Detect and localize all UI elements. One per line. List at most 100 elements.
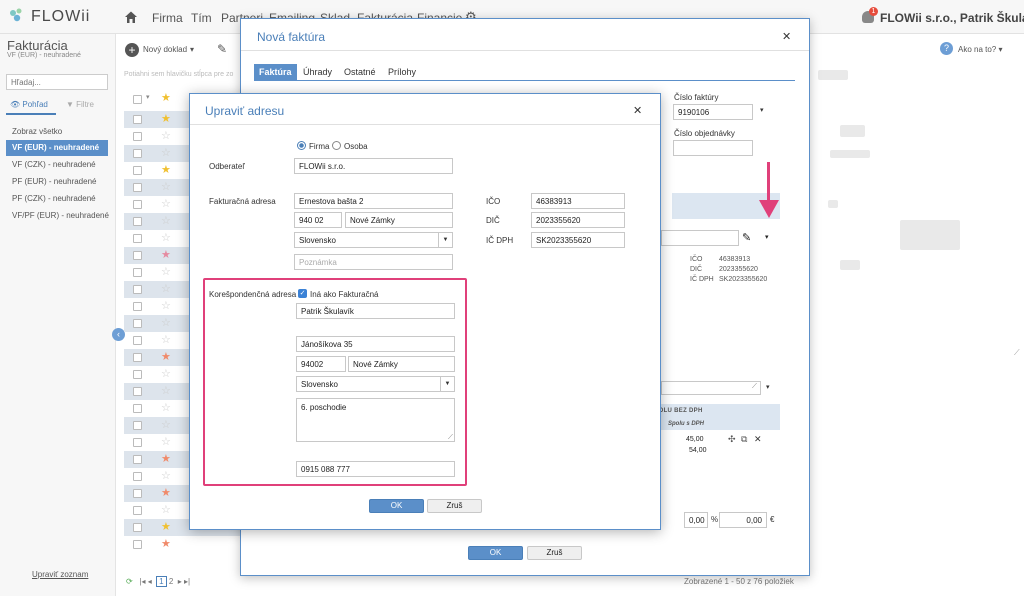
star-icon[interactable]: ★ <box>161 247 171 264</box>
row-checkbox[interactable] <box>133 387 142 396</box>
row-checkbox[interactable] <box>133 268 142 277</box>
nav-firma[interactable]: Firma <box>152 11 183 25</box>
star-icon[interactable]: ☆ <box>161 400 171 417</box>
star-header-icon[interactable]: ★ <box>161 91 171 104</box>
row-checkbox[interactable] <box>133 523 142 532</box>
row-checkbox[interactable] <box>133 506 142 515</box>
row-checkbox[interactable] <box>133 302 142 311</box>
star-icon[interactable]: ☆ <box>161 434 171 451</box>
star-icon[interactable]: ★ <box>161 536 171 553</box>
move-icon[interactable]: ✣ <box>728 434 736 445</box>
page-1[interactable]: 1 <box>156 576 167 587</box>
row-checkbox[interactable] <box>133 455 142 464</box>
table-row[interactable]: ★ <box>124 536 244 553</box>
address-cancel-button[interactable]: Zruš <box>427 499 482 513</box>
star-icon[interactable]: ☆ <box>161 315 171 332</box>
chevron-down-icon[interactable]: ▾ <box>760 106 764 114</box>
row-checkbox[interactable] <box>133 200 142 209</box>
edit-address-pencil-icon[interactable]: ✎ <box>742 231 751 244</box>
tab-uhrady[interactable]: Úhrady <box>298 64 337 80</box>
sidebar-search-input[interactable] <box>6 74 108 90</box>
resize-handle-icon[interactable]: ⟋ <box>1014 348 1020 358</box>
star-icon[interactable]: ★ <box>161 485 171 502</box>
star-icon[interactable]: ☆ <box>161 468 171 485</box>
row-checkbox[interactable] <box>133 353 142 362</box>
row-checkbox[interactable] <box>133 489 142 498</box>
row-checkbox[interactable] <box>133 370 142 379</box>
payment-field[interactable] <box>661 381 761 395</box>
star-icon[interactable]: ☆ <box>161 179 171 196</box>
billing-country-select[interactable]: Slovensko ▼ <box>294 232 453 248</box>
sidebar-item-pf-eur[interactable]: PF (EUR) - neuhradené <box>6 174 108 190</box>
nav-tim[interactable]: Tím <box>191 11 212 25</box>
discount-amount-field[interactable]: 0,00 <box>719 512 767 528</box>
correspondence-country-select[interactable]: Slovensko ▼ <box>296 376 455 392</box>
dic-field[interactable]: 2023355620 <box>531 212 625 228</box>
row-checkbox[interactable] <box>133 183 142 192</box>
close-icon[interactable]: ✕ <box>633 104 642 117</box>
row-checkbox[interactable] <box>133 115 142 124</box>
correspondence-zip-field[interactable]: 94002 <box>296 356 346 372</box>
star-icon[interactable]: ☆ <box>161 213 171 230</box>
star-icon[interactable]: ☆ <box>161 417 171 434</box>
billing-city-field[interactable]: Nové Zámky <box>345 212 453 228</box>
customer-field[interactable]: FLOWii s.r.o. <box>294 158 453 174</box>
star-icon[interactable]: ☆ <box>161 332 171 349</box>
star-icon[interactable]: ☆ <box>161 196 171 213</box>
star-icon[interactable]: ☆ <box>161 383 171 400</box>
help-icon[interactable]: ? <box>940 42 953 55</box>
chevron-down-icon[interactable]: ▾ <box>765 233 769 241</box>
correspondence-city-field[interactable]: Nové Zámky <box>348 356 455 372</box>
copy-icon[interactable]: ⧉ <box>741 434 747 445</box>
star-icon[interactable]: ★ <box>161 349 171 366</box>
billing-street-field[interactable]: Ernestova bašta 2 <box>294 193 453 209</box>
row-checkbox[interactable] <box>133 421 142 430</box>
edit-list-link[interactable]: Upraviť zoznam <box>32 570 88 579</box>
chevron-down-icon[interactable]: ▾ <box>190 45 194 54</box>
star-icon[interactable]: ☆ <box>161 502 171 519</box>
row-checkbox[interactable] <box>133 438 142 447</box>
discount-percent-field[interactable]: 0,00 <box>684 512 708 528</box>
row-checkbox[interactable] <box>133 336 142 345</box>
correspondence-name-field[interactable]: Patrik Škulavík <box>296 303 455 319</box>
row-checkbox[interactable] <box>133 251 142 260</box>
sidebar-item-vf-eur[interactable]: VF (EUR) - neuhradené <box>6 140 108 156</box>
select-all-checkbox[interactable] <box>133 95 142 104</box>
row-checkbox[interactable] <box>133 319 142 328</box>
star-icon[interactable]: ☆ <box>161 264 171 281</box>
tab-ostatne[interactable]: Ostatné <box>339 64 381 80</box>
help-link[interactable]: Ako na to? ▾ <box>958 45 1003 54</box>
flowii-logo[interactable]: FLOWii <box>8 6 112 28</box>
star-icon[interactable]: ☆ <box>161 128 171 145</box>
chevron-down-icon[interactable]: ▾ <box>146 93 150 101</box>
row-checkbox[interactable] <box>133 132 142 141</box>
star-icon[interactable]: ☆ <box>161 281 171 298</box>
row-checkbox[interactable] <box>133 149 142 158</box>
row-checkbox[interactable] <box>133 285 142 294</box>
resize-handle-icon[interactable]: ⟋ <box>752 383 757 391</box>
correspondence-phone-field[interactable]: 0915 088 777 <box>296 461 455 477</box>
pencil-icon[interactable]: ✎ <box>217 42 227 56</box>
sidebar-item-vfpf-eur[interactable]: VF/PF (EUR) - neuhradené <box>6 208 109 224</box>
row-checkbox[interactable] <box>133 404 142 413</box>
resize-handle-icon[interactable]: ⟋ <box>448 434 453 442</box>
company-user-name[interactable]: FLOWii s.r.o., Patrik Škulavík <box>880 11 1024 25</box>
pager-next[interactable]: ▸ ▸| <box>178 577 190 586</box>
row-checkbox[interactable] <box>133 217 142 226</box>
address-ok-button[interactable]: OK <box>369 499 424 513</box>
row-checkbox[interactable] <box>133 540 142 549</box>
star-icon[interactable]: ★ <box>161 111 171 128</box>
billing-note-field[interactable]: Poznámka <box>294 254 453 270</box>
pager-prev[interactable]: |◂ ◂ <box>139 577 151 586</box>
order-number-field[interactable] <box>673 140 753 156</box>
plus-icon[interactable]: + <box>125 43 139 57</box>
star-icon[interactable]: ★ <box>161 451 171 468</box>
close-icon[interactable]: ✕ <box>782 30 791 43</box>
sidebar-item-vf-czk[interactable]: VF (CZK) - neuhradené <box>6 157 108 173</box>
star-icon[interactable]: ☆ <box>161 298 171 315</box>
star-icon[interactable]: ★ <box>161 162 171 179</box>
partner-search-input[interactable] <box>661 230 739 246</box>
tab-prilohy[interactable]: Prílohy <box>383 64 421 80</box>
star-icon[interactable]: ☆ <box>161 145 171 162</box>
page-2[interactable]: 2 <box>169 577 173 586</box>
